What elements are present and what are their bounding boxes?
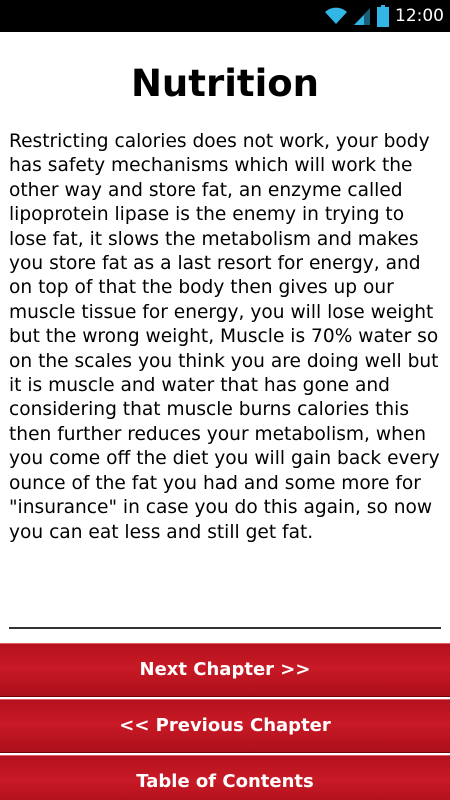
status-bar: 12:00 [0,0,450,32]
divider [9,627,441,629]
table-of-contents-button[interactable]: Table of Contents [0,755,450,800]
wifi-icon [325,7,347,24]
signal-icon [354,8,370,25]
status-clock: 12:00 [395,6,444,26]
previous-chapter-button[interactable]: << Previous Chapter [0,699,450,753]
next-chapter-button[interactable]: Next Chapter >> [0,643,450,697]
page-title: Nutrition [130,62,320,105]
battery-icon [377,5,389,27]
app-screen: 12:00 Nutrition Restricting calories doe… [0,0,450,800]
chapter-body-text: Restricting calories does not work, your… [9,131,440,543]
status-icons: 12:00 [323,0,444,32]
